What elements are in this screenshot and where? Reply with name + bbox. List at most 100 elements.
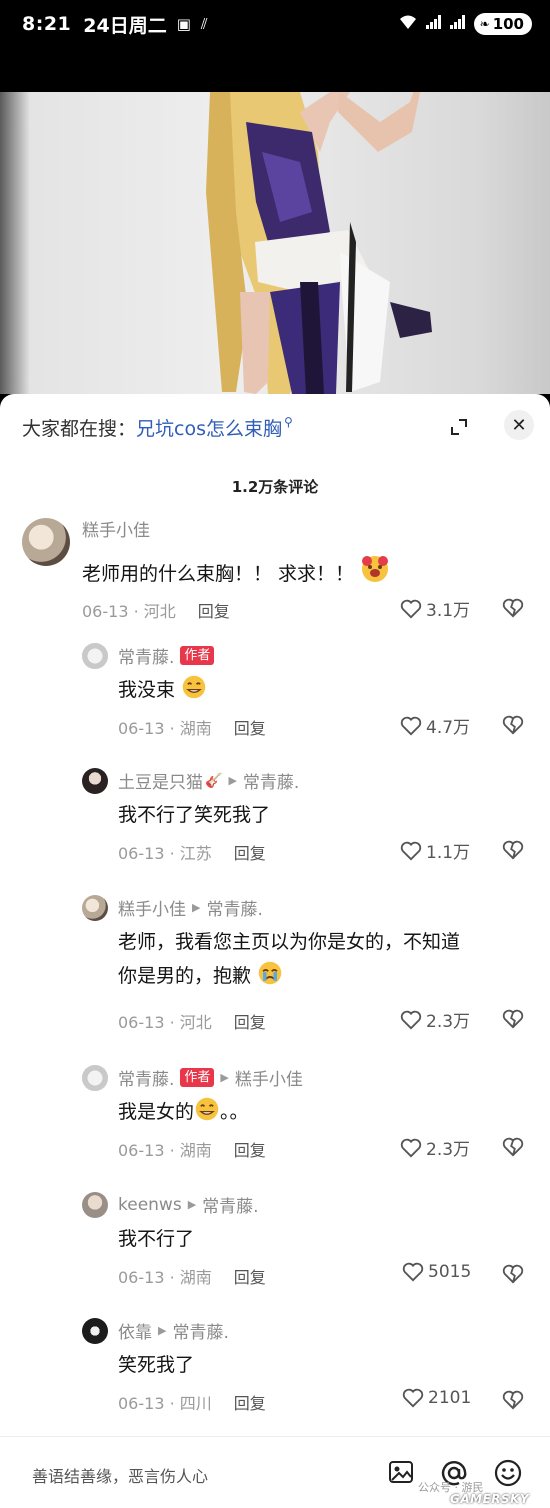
comment-username[interactable]: 常青藤. 作者	[118, 643, 215, 668]
wifi-icon	[398, 14, 418, 34]
comment-text: 老师，我看您主页以为你是女的，不知道 你是男的，抱歉	[118, 925, 460, 993]
like-button[interactable]: 2.3万	[400, 1135, 470, 1160]
guitar-icon: 🎸	[205, 772, 223, 789]
reply-to-user[interactable]: 常青藤.	[206, 895, 262, 920]
comment-body: 我不行了	[118, 1228, 195, 1250]
like-count: 2.3万	[426, 1012, 471, 1032]
heart-icon	[400, 1010, 422, 1029]
avatar[interactable]	[82, 1065, 108, 1091]
comment-username[interactable]: 糕手小佳	[82, 516, 150, 541]
reply-to-user[interactable]: 常青藤.	[202, 1192, 258, 1217]
comment-username[interactable]: 常青藤. 作者 ▶ 糕手小佳	[118, 1065, 303, 1090]
heart-icon	[402, 1262, 424, 1282]
reply-button[interactable]: 回复	[198, 598, 230, 622]
like-button[interactable]: 1.1万	[400, 838, 470, 863]
comment-date-location: 06-13 · 江苏	[118, 844, 212, 863]
heart-icon	[402, 1388, 424, 1408]
comment-date-location: 06-13 · 湖南	[118, 1268, 212, 1287]
heart-icon	[400, 1138, 422, 1157]
like-count: 2.3万	[426, 1140, 471, 1160]
comment-text: 我不行了笑死我了	[118, 798, 270, 832]
reply-to-user[interactable]: 糕手小佳	[235, 1065, 303, 1090]
broken-heart-icon[interactable]	[502, 1137, 524, 1157]
comment-text: 笑死我了	[118, 1348, 194, 1382]
comment-username[interactable]: 土豆是只猫 🎸 ▶ 常青藤.	[118, 768, 299, 794]
signal-icon-2	[449, 15, 466, 33]
comment-meta: 06-13 · 河北 回复	[82, 598, 230, 622]
reply-to-user[interactable]: 常青藤.	[172, 1318, 228, 1343]
comment-body: 我没束	[118, 679, 176, 701]
close-icon: ✕	[511, 414, 527, 436]
like-button[interactable]: 2101	[402, 1388, 471, 1408]
avatar[interactable]	[82, 895, 108, 921]
like-button[interactable]: 5015	[402, 1262, 471, 1282]
reply-arrow-icon: ▶	[192, 901, 201, 914]
comment-username[interactable]: keenws ▶ 常青藤.	[118, 1192, 259, 1218]
comment-meta: 06-13 · 江苏 回复	[118, 840, 266, 864]
reply-arrow-icon: ▶	[187, 1198, 197, 1211]
comment-username[interactable]: 糕手小佳 ▶ 常青藤.	[118, 895, 263, 920]
like-count: 3.1万	[426, 601, 471, 621]
like-button[interactable]: 3.1万	[400, 596, 470, 621]
reply-arrow-icon: ▶	[228, 774, 237, 787]
reply-arrow-icon: ▶	[158, 1324, 167, 1337]
reply-button[interactable]: 回复	[234, 1264, 266, 1288]
nfc-icon: ⫽	[200, 15, 208, 33]
comment-username[interactable]: 依靠 ▶ 常青藤.	[118, 1318, 229, 1343]
avatar[interactable]	[82, 768, 108, 794]
reply-to-user[interactable]: 常青藤.	[243, 768, 299, 793]
status-date: 24日周二	[83, 14, 167, 37]
screenshot-icon: ▣	[176, 15, 191, 33]
comment-text: 我是女的 。。	[118, 1095, 249, 1129]
avatar[interactable]	[82, 1318, 108, 1344]
reply-button[interactable]: 回复	[234, 1009, 266, 1033]
like-button[interactable]: 4.7万	[400, 713, 470, 738]
comment-body-line-1: 老师，我看您主页以为你是女的，不知道	[118, 931, 461, 953]
close-button[interactable]: ✕	[504, 410, 534, 440]
battery-level: 100	[492, 15, 524, 33]
search-keyword[interactable]: 兄坑cos怎么束胸	[136, 414, 282, 441]
username: 常青藤.	[118, 648, 175, 668]
heart-face-emoji-icon	[362, 556, 389, 582]
crying-emoji-icon	[258, 961, 282, 985]
author-badge: 作者	[180, 646, 215, 665]
comment-date-location: 06-13 · 河北	[118, 1013, 212, 1032]
comment-meta: 06-13 · 湖南 回复	[118, 1137, 266, 1161]
comment-body-line-2: 你是男的，抱歉	[118, 965, 252, 987]
author-badge: 作者	[180, 1068, 215, 1087]
expand-icon	[451, 419, 467, 435]
comment-input-placeholder[interactable]: 善语结善缘，恶言伤人心	[32, 1463, 208, 1487]
broken-heart-icon[interactable]	[502, 1264, 524, 1284]
image-icon[interactable]	[388, 1459, 414, 1485]
reply-button[interactable]: 回复	[234, 840, 266, 864]
reply-button[interactable]: 回复	[234, 1390, 266, 1414]
reply-button[interactable]: 回复	[234, 715, 266, 739]
broken-heart-icon[interactable]	[502, 840, 524, 860]
heart-icon	[400, 841, 422, 860]
username: 糕手小佳	[118, 900, 186, 920]
smile-emoji-icon	[182, 675, 206, 699]
broken-heart-icon[interactable]	[502, 715, 524, 735]
like-count: 2101	[428, 1388, 472, 1408]
video-player[interactable]	[0, 92, 550, 394]
avatar[interactable]	[82, 643, 108, 669]
leaf-icon: ❧	[479, 17, 490, 31]
emoji-icon[interactable]	[494, 1459, 522, 1487]
broken-heart-icon[interactable]	[502, 1009, 524, 1029]
reply-button[interactable]: 回复	[234, 1137, 266, 1161]
like-count: 1.1万	[426, 843, 471, 863]
avatar[interactable]	[22, 518, 70, 566]
video-frame	[206, 92, 432, 394]
expand-button[interactable]	[442, 412, 476, 442]
comment-date-location: 06-13 · 河北	[82, 602, 176, 621]
broken-heart-icon[interactable]	[502, 1390, 524, 1410]
broken-heart-icon[interactable]	[502, 598, 524, 618]
status-bar: 8:21 24日周二 ▣ ⫽ ❧ 100	[0, 0, 550, 48]
username: 依靠	[118, 1323, 152, 1343]
like-button[interactable]: 2.3万	[400, 1007, 470, 1032]
username: 常青藤.	[118, 1070, 175, 1090]
trending-search[interactable]: 大家都在搜： 兄坑cos怎么束胸 ⚲	[22, 412, 293, 442]
watermark-brand: GAMERSKY	[450, 1492, 530, 1506]
comment-body: 我是女的	[118, 1101, 195, 1123]
avatar[interactable]	[82, 1192, 108, 1218]
